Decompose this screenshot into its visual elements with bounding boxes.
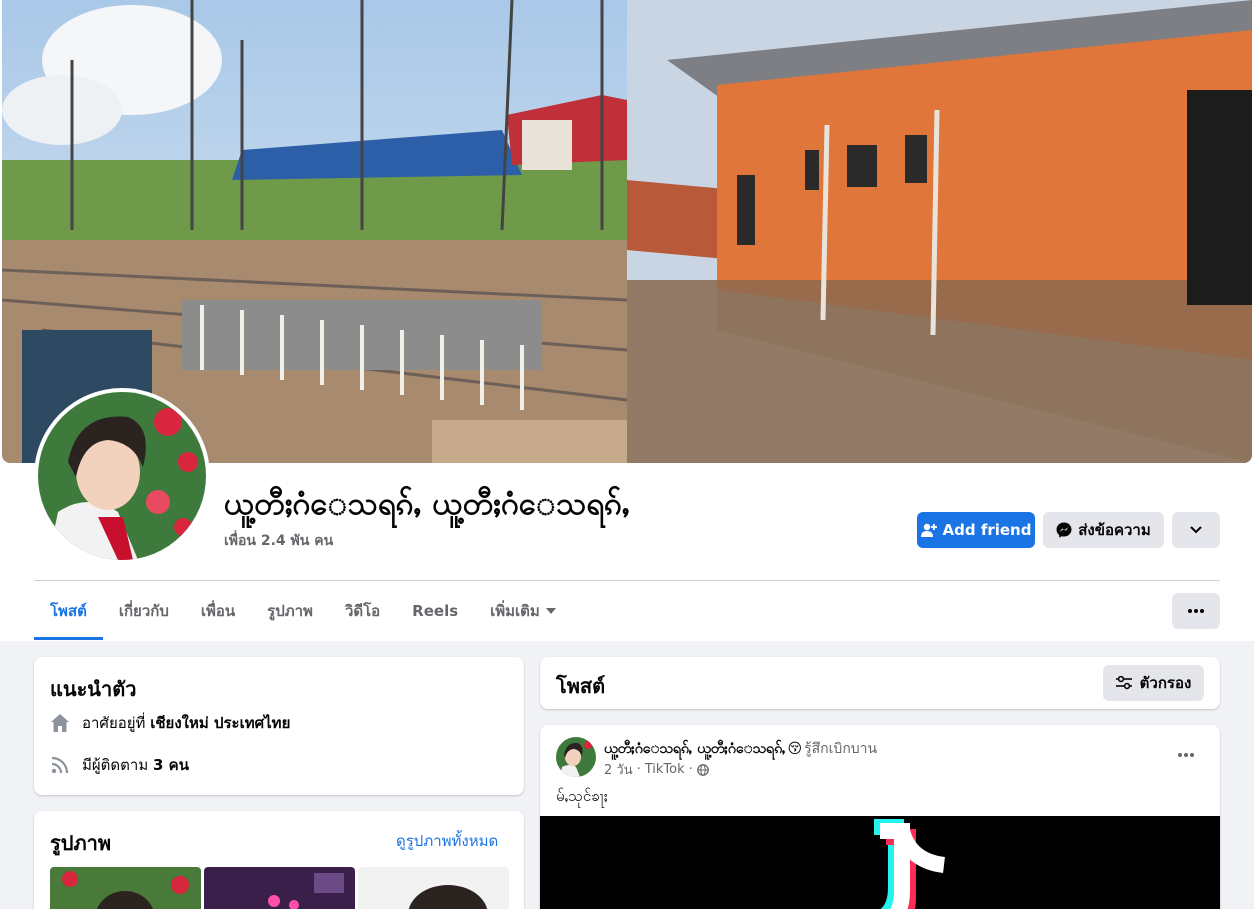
house-icon [51, 714, 69, 732]
post-time[interactable]: 2 วัน [604, 759, 633, 780]
lives-in-text: อาศัยอยู่ที่ เชียงใหม่ ประเทศไทย [82, 711, 290, 735]
followers-count[interactable]: 3 คน [153, 756, 189, 774]
profile-avatar[interactable] [34, 388, 210, 564]
tiktok-logo-icon [874, 819, 946, 909]
tab-photos-label: รูปภาพ [267, 602, 313, 620]
lives-in-place[interactable]: เชียงใหม่ ประเทศไทย [150, 714, 290, 732]
post-feeling: รู้สึกเบิกบาน [804, 741, 878, 757]
photos-title: รูปภาพ [50, 831, 112, 855]
post-video[interactable] [540, 816, 1220, 909]
ellipsis-icon [1188, 609, 1204, 613]
tab-about-label: เกี่ยวกับ [118, 602, 169, 620]
profile-tabs: โพสต์ เกี่ยวกับ เพื่อน รูปภาพ วิดีโอ Ree… [34, 582, 572, 640]
tab-videos[interactable]: วิดีโอ [329, 582, 396, 640]
intro-card: แนะนำตัว อาศัยอยู่ที่ เชียงใหม่ ประเทศไท… [34, 657, 524, 795]
followers-prefix: มีผู้ติดตาม [82, 756, 149, 774]
post-card: ယူ့တီႈဂံေသရၵ်ႇ ယူ့တီႈဂံေသရၵ်ႇ 😚 รู้สึกเบ… [540, 725, 1220, 909]
sliders-icon [1115, 676, 1132, 690]
meta-separator: · [688, 762, 693, 777]
tabs-more-button[interactable] [1172, 593, 1220, 629]
posts-header-card: โพสต์ ตัวกรอง [540, 657, 1220, 709]
messenger-icon [1056, 522, 1072, 538]
tab-more-label: เพิ่มเติม [490, 602, 540, 620]
photo-image [50, 867, 201, 909]
chevron-down-icon [1190, 526, 1202, 534]
tab-friends-label: เพื่อน [200, 602, 236, 620]
lives-in-row: อาศัยอยู่ที่ เชียงใหม่ ประเทศไทย [50, 711, 290, 735]
photo-image [204, 867, 355, 909]
post-source: TikTok [644, 762, 685, 777]
filter-button[interactable]: ตัวกรอง [1103, 665, 1204, 701]
tab-about[interactable]: เกี่ยวกับ [103, 582, 185, 640]
feeling-emoji: 😚 [787, 741, 803, 757]
post-meta: 2 วัน · TikTok · [604, 759, 709, 780]
avatar-image [38, 392, 206, 560]
profile-header: ယူ့တီႈဂံေသရၵ်ႇ ယူ့တီႈဂံေသရၵ်ႇ เพื่อน 2.4… [0, 0, 1254, 641]
friends-count[interactable]: เพื่อน 2.4 พัน คน [224, 530, 333, 552]
tab-videos-label: วิดีโอ [344, 602, 381, 620]
tab-more[interactable]: เพิ่มเติม [474, 582, 572, 640]
lives-in-prefix: อาศัยอยู่ที่ [82, 714, 146, 732]
photo-thumbnail[interactable] [204, 867, 355, 909]
photo-thumbnail[interactable] [50, 867, 201, 909]
photo-thumbnails [50, 867, 509, 909]
add-friend-button[interactable]: Add friend [917, 512, 1035, 548]
more-actions-button[interactable] [1172, 512, 1220, 548]
filter-label: ตัวกรอง [1139, 674, 1192, 692]
globe-icon[interactable] [696, 763, 709, 776]
tab-friends[interactable]: เพื่อน [185, 582, 251, 640]
photo-thumbnail[interactable] [358, 867, 509, 909]
photos-card: รูปภาพ ดูรูปภาพทั้งหมด [34, 811, 524, 909]
tab-photos[interactable]: รูปภาพ [251, 582, 329, 640]
post-author-line: ယူ့တီႈဂံေသရၵ်ႇ ယူ့တီႈဂံေသရၵ်ႇ 😚 รู้สึกเบ… [604, 738, 877, 760]
tab-reels-label: Reels [412, 602, 459, 620]
rss-icon [51, 756, 69, 774]
tab-posts[interactable]: โพสต์ [34, 582, 103, 640]
post-author-avatar[interactable] [556, 737, 596, 777]
cover-photo[interactable] [2, 0, 1252, 463]
person-plus-icon [920, 523, 937, 537]
followers-row: มีผู้ติดตาม 3 คน [50, 753, 189, 777]
post-text: မ်ႇသုင်ၶႃႈ [556, 787, 608, 805]
tab-reels[interactable]: Reels [396, 582, 474, 640]
posts-title: โพสต์ [556, 674, 606, 698]
caret-down-icon [545, 608, 556, 614]
add-friend-label: Add friend [942, 521, 1032, 539]
followers-text: มีผู้ติดตาม 3 คน [82, 753, 189, 777]
header-divider [34, 580, 1220, 581]
message-label: ส่งข้อความ [1078, 521, 1151, 539]
message-button[interactable]: ส่งข้อความ [1043, 512, 1164, 548]
post-options-button[interactable] [1166, 741, 1206, 769]
cover-image-brick-building [627, 0, 1252, 463]
tab-posts-label: โพสต์ [50, 602, 87, 620]
intro-title: แนะนำตัว [50, 677, 137, 701]
meta-separator: · [636, 762, 641, 777]
see-all-photos-link[interactable]: ดูรูปภาพทั้งหมด [396, 829, 498, 853]
ellipsis-icon [1178, 753, 1194, 757]
post-author-name[interactable]: ယူ့တီႈဂံေသရၵ်ႇ ယူ့တီႈဂံေသရၵ်ႇ [604, 739, 786, 760]
photo-image [358, 867, 509, 909]
profile-name: ယူ့တီႈဂံေသရၵ်ႇ ယူ့တီႈဂံေသရၵ်ႇ [224, 486, 630, 522]
avatar-image [556, 737, 596, 777]
